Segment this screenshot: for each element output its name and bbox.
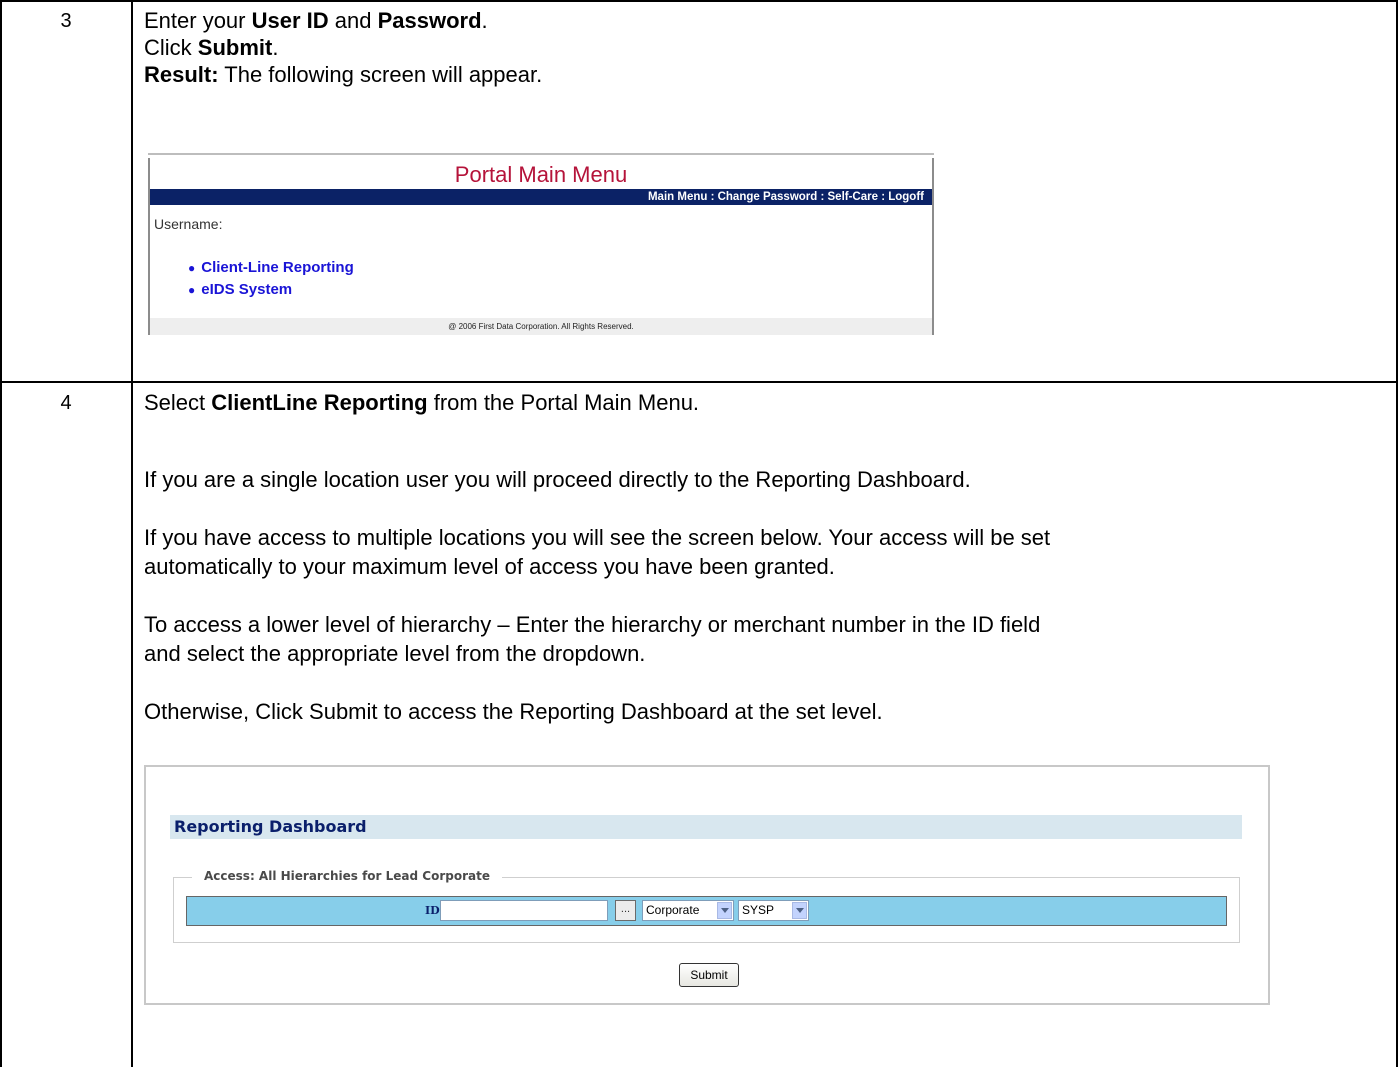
- table-border-left: [0, 0, 2, 1067]
- step-3-line-3: Result: The following screen will appear…: [144, 62, 542, 87]
- text: Select: [144, 390, 212, 415]
- step-4-paragraph-3b: automatically to your maximum level of a…: [144, 554, 835, 579]
- step-4-paragraph-5: Otherwise, Click Submit to access the Re…: [144, 699, 883, 724]
- step-4-paragraph-3a: If you have access to multiple locations…: [144, 525, 1051, 550]
- text: .: [272, 35, 279, 60]
- table-border-column: [131, 0, 133, 1067]
- text-bold: ClientLine Reporting: [211, 390, 428, 415]
- step-3-line-2: Click Submit.: [144, 35, 278, 60]
- access-fieldset: Access: All Hierarchies for Lead Corpora…: [173, 869, 1240, 943]
- access-legend: Access: All Hierarchies for Lead Corpora…: [192, 869, 502, 883]
- username-label: Username:: [154, 216, 223, 232]
- link-label: Client-Line Reporting: [201, 259, 354, 276]
- link-label: eIDS System: [201, 281, 293, 298]
- text: The following screen will appear.: [218, 62, 543, 87]
- portal-title: Portal Main Menu: [454, 162, 628, 187]
- text: Enter your: [144, 8, 252, 33]
- reporting-dashboard-screenshot: Reporting Dashboard Access: All Hierarch…: [144, 765, 1270, 1005]
- instruction-table: 3 Enter your User ID and Password. Click…: [0, 0, 1398, 1067]
- system-select[interactable]: SYSP: [738, 900, 809, 921]
- step-4-paragraph-4b: and select the appropriate level from th…: [144, 641, 646, 666]
- step-number: 3: [60, 10, 72, 32]
- dashboard-header: Reporting Dashboard: [170, 815, 1242, 839]
- portal-nav-bar: Main Menu : Change Password : Self-Care …: [150, 189, 932, 205]
- table-border-top: [0, 0, 1398, 2]
- id-label: ID: [425, 904, 440, 917]
- link-eids-system[interactable]: ● eIDS System: [188, 279, 354, 301]
- table-border-row: [0, 381, 1398, 383]
- text-bold: Submit: [197, 35, 273, 60]
- step-number: 4: [60, 392, 72, 414]
- id-input[interactable]: [440, 900, 608, 921]
- text: Click: [144, 35, 198, 60]
- portal-nav-links[interactable]: Main Menu : Change Password : Self-Care …: [648, 189, 924, 205]
- bullet-icon: ●: [188, 283, 196, 297]
- chevron-down-icon[interactable]: [792, 902, 807, 919]
- bullet-icon: ●: [188, 261, 196, 275]
- lookup-button[interactable]: ...: [615, 900, 636, 921]
- system-select-value: SYSP: [742, 903, 775, 917]
- level-select[interactable]: Corporate: [642, 900, 734, 921]
- dashboard-title: Reporting Dashboard: [174, 817, 367, 836]
- link-client-line-reporting[interactable]: ● Client-Line Reporting: [188, 257, 354, 279]
- text: and: [328, 8, 378, 33]
- step-4-paragraph-4a: To access a lower level of hierarchy – E…: [144, 612, 1041, 637]
- id-row: ID ... Corporate SYSP: [186, 896, 1227, 926]
- text: from the Portal Main Menu.: [427, 390, 700, 415]
- frame-border: [148, 153, 934, 155]
- chevron-down-icon[interactable]: [717, 902, 732, 919]
- text-bold: Password: [377, 8, 482, 33]
- portal-app-list: ● Client-Line Reporting ● eIDS System: [188, 257, 354, 301]
- portal-main-menu-screenshot: Portal Main Menu Main Menu : Change Pass…: [148, 153, 934, 335]
- step-4-line-1: Select ClientLine Reporting from the Por…: [144, 390, 699, 415]
- text-bold: Result:: [144, 62, 219, 87]
- text-bold: User ID: [251, 8, 329, 33]
- submit-button[interactable]: Submit: [679, 963, 739, 987]
- table-border-right: [1396, 0, 1398, 1067]
- step-3-line-1: Enter your User ID and Password.: [144, 8, 488, 33]
- text: .: [481, 8, 488, 33]
- portal-footer: @ 2006 First Data Corporation. All Right…: [150, 318, 932, 335]
- level-select-value: Corporate: [646, 903, 700, 917]
- step-4-paragraph-2: If you are a single location user you wi…: [144, 467, 971, 492]
